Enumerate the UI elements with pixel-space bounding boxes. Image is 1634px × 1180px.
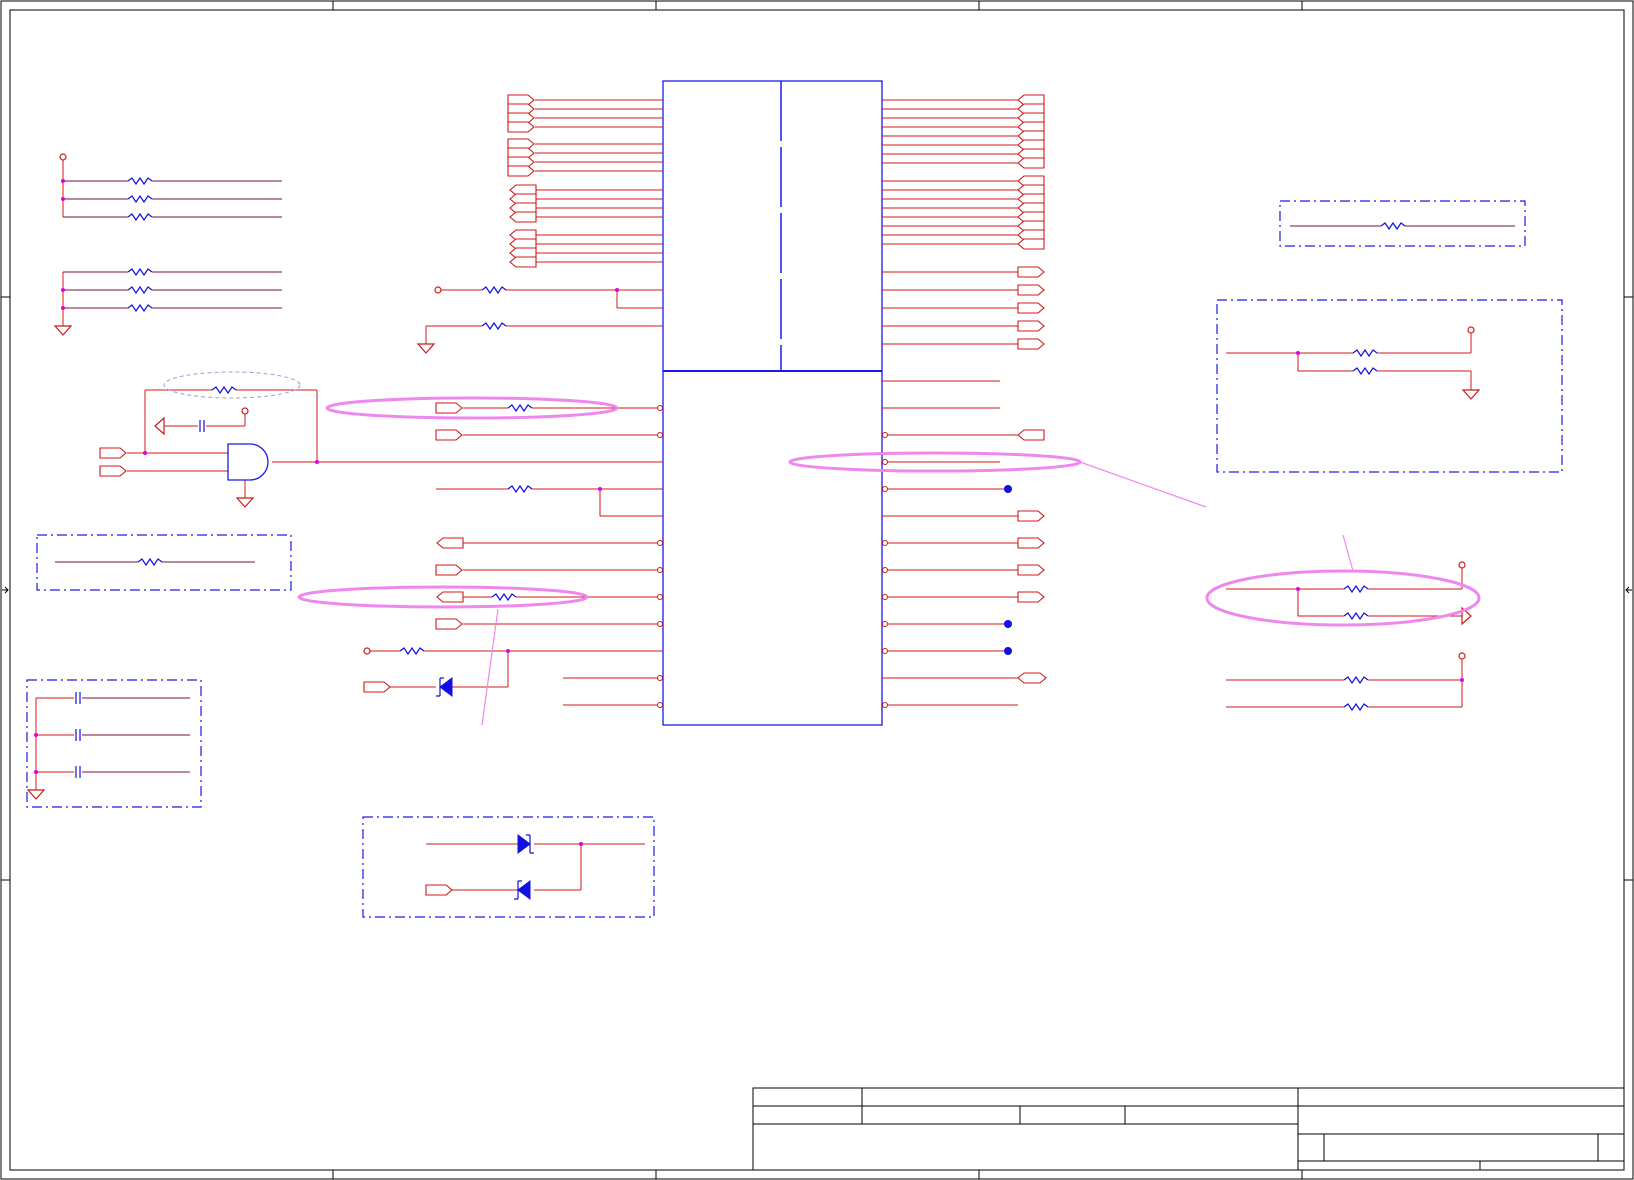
schematic-canvas [0, 0, 1634, 1180]
port-icon[interactable] [1017, 591, 1045, 603]
resistor-icon[interactable] [1343, 676, 1369, 684]
and-gate-circuit [127, 389, 663, 498]
resistor-icon[interactable] [127, 195, 153, 203]
right-bus-pins [882, 99, 1018, 345]
port-icon[interactable] [435, 564, 463, 576]
left-bus-ports[interactable] [507, 94, 537, 268]
capacitor-icon[interactable] [75, 765, 81, 779]
port-icon[interactable] [1017, 672, 1047, 684]
lower-right-pins [882, 380, 1018, 706]
resistor-icon[interactable] [137, 558, 163, 566]
resistor-icon[interactable] [127, 286, 153, 294]
power-pin-icon [434, 286, 442, 294]
resistor-icon[interactable] [127, 177, 153, 185]
ground-icon [417, 343, 435, 354]
port-icon[interactable] [99, 447, 127, 459]
junction-dot [1460, 678, 1464, 682]
resistor-icon[interactable] [1343, 703, 1369, 711]
power-pin-icon [1458, 652, 1466, 660]
diode-icon[interactable] [517, 834, 534, 854]
ic-left-pin-stubs [657, 405, 663, 708]
title-block [752, 1087, 1625, 1171]
dnp-marker [163, 371, 301, 399]
option-box-right-resistor [1279, 200, 1526, 247]
option-box-decoupling-caps [26, 679, 202, 808]
resistor-icon[interactable] [211, 386, 237, 394]
resistor-icon[interactable] [1380, 222, 1406, 230]
resistor-icon[interactable] [399, 647, 425, 655]
ground-icon [54, 325, 72, 336]
no-connect-dot [1004, 620, 1012, 628]
junction-dot [615, 288, 619, 292]
resistor-icon[interactable] [127, 268, 153, 276]
junction-dot [61, 288, 65, 292]
resistor-icon[interactable] [481, 286, 507, 294]
capacitor-icon[interactable] [199, 419, 205, 433]
junction-dot [61, 179, 65, 183]
port-icon[interactable] [425, 884, 453, 896]
right-bus-ports[interactable] [1017, 94, 1045, 350]
power-pin-icon [1458, 561, 1466, 569]
resistor-icon[interactable] [491, 593, 517, 601]
pullup-resistor-ladder [62, 160, 282, 218]
resistor-icon[interactable] [1352, 349, 1378, 357]
junction-dot [506, 649, 510, 653]
ground-icon [27, 789, 45, 800]
no-connect-dot [1004, 647, 1012, 655]
left-bus-pins [535, 99, 663, 263]
main-ic[interactable] [662, 80, 883, 726]
capacitor-icon[interactable] [75, 728, 81, 742]
power-pin-icon [1467, 326, 1475, 334]
port-icon[interactable] [435, 402, 463, 414]
ground-icon [236, 497, 254, 508]
option-box-right-divider [1216, 299, 1563, 473]
right-pullup-group-2 [1226, 659, 1463, 708]
junction-dot [61, 306, 65, 310]
resistor-icon[interactable] [507, 404, 533, 412]
junction-dot [1296, 587, 1300, 591]
port-icon[interactable] [1017, 537, 1045, 549]
resistor-icon[interactable] [1343, 585, 1369, 593]
schematic-sheet [0, 0, 1634, 1180]
main-ic-body [662, 80, 883, 726]
port-icon[interactable] [1017, 564, 1045, 576]
ground-icon [1462, 389, 1480, 400]
resistor-icon[interactable] [507, 485, 533, 493]
resistor-icon[interactable] [481, 322, 507, 330]
junction-dot [143, 451, 147, 455]
port-icon[interactable] [436, 537, 464, 549]
port-icon[interactable] [99, 465, 127, 477]
capacitor-icon[interactable] [75, 691, 81, 705]
port-icon[interactable] [363, 681, 391, 693]
junction-dot [61, 197, 65, 201]
and-gate-icon[interactable] [227, 443, 269, 481]
power-pin-icon [241, 407, 249, 415]
lower-left-pins [370, 407, 663, 706]
port-icon[interactable] [435, 618, 463, 630]
pulldown-resistor-ladder [62, 271, 282, 326]
port-icon[interactable] [1017, 429, 1045, 441]
junction-dot [598, 487, 602, 491]
port-icon[interactable] [436, 591, 464, 603]
resistor-icon[interactable] [1352, 367, 1378, 375]
power-pin-icon [363, 647, 371, 655]
resistor-icon[interactable] [1343, 612, 1369, 620]
option-box-diodes [362, 816, 655, 918]
review-highlights [297, 396, 1481, 627]
resistor-icon[interactable] [127, 213, 153, 221]
port-icon[interactable] [1017, 510, 1045, 522]
diode-icon[interactable] [436, 677, 453, 697]
resistor-icon[interactable] [127, 304, 153, 312]
power-pin-icon [59, 153, 67, 161]
ground-icon [154, 416, 165, 436]
strap-resistor-network [425, 289, 663, 344]
ic-right-pin-stubs [882, 432, 888, 708]
no-connect-dot [1004, 485, 1012, 493]
junction-dot [315, 460, 319, 464]
option-box-left-resistor [36, 534, 292, 591]
port-icon[interactable] [435, 429, 463, 441]
review-leader-lines [481, 461, 1354, 726]
